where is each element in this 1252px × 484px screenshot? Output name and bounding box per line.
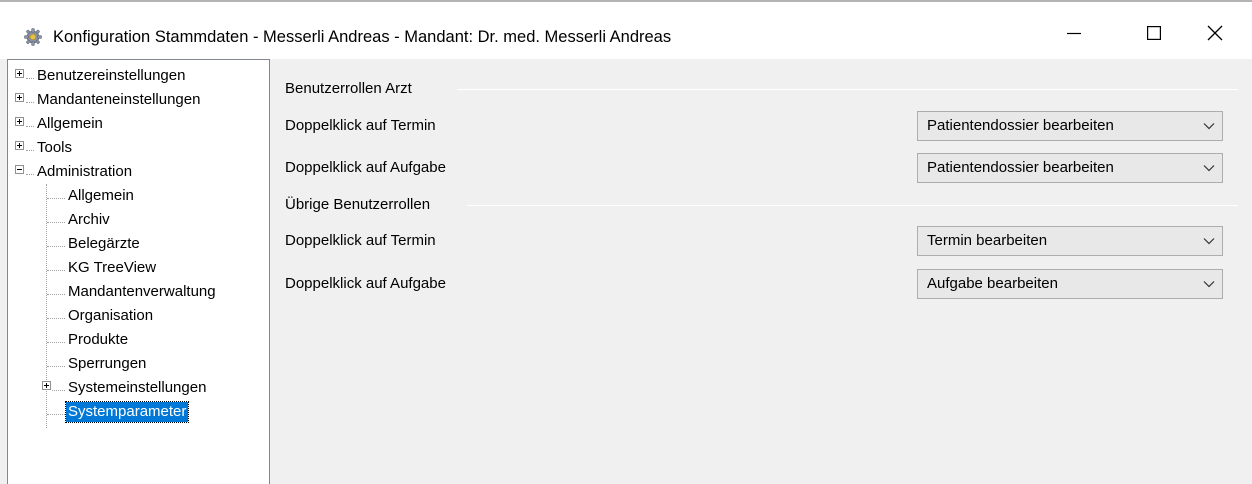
tree-node-label: Archiv xyxy=(68,211,110,228)
dropdown-uebrige-aufgabe[interactable]: Aufgabe bearbeiten xyxy=(917,269,1223,299)
tree-node-label: Benutzereinstellungen xyxy=(37,67,186,84)
group-divider xyxy=(457,89,1238,90)
field-label-doppelklick-aufgabe: Doppelklick auf Aufgabe xyxy=(285,159,446,176)
tree-node-benutzereinstellungen[interactable]: Benutzereinstellungen xyxy=(35,64,187,88)
dropdown-value: Termin bearbeiten xyxy=(927,232,1048,249)
tree-connector xyxy=(47,198,65,199)
minimize-button[interactable] xyxy=(1043,4,1105,61)
tree-node-label: Tools xyxy=(37,139,73,156)
dropdown-value: Patientendossier bearbeiten xyxy=(927,159,1114,176)
tree-node-label: Mandanteneinstellungen xyxy=(37,91,201,108)
expand-plus-icon[interactable] xyxy=(15,141,24,150)
dropdown-arzt-aufgabe[interactable]: Patientendossier bearbeiten xyxy=(917,153,1223,183)
tree-connector xyxy=(26,78,34,79)
tree-node-label: Allgemein xyxy=(68,187,134,204)
tree-node-organisation[interactable]: Organisation xyxy=(66,304,155,328)
tree-connector xyxy=(47,414,65,415)
settings-content: Benutzerrollen Arzt Doppelklick auf Term… xyxy=(270,59,1252,484)
tree-node-label: Produkte xyxy=(68,331,129,348)
tree-node-label: Allgemein xyxy=(37,115,103,132)
group-divider xyxy=(467,205,1238,206)
chevron-down-icon xyxy=(1196,112,1222,140)
tree-node-tools[interactable]: Tools xyxy=(35,136,74,160)
tree-node-administration[interactable]: Administration xyxy=(35,160,134,184)
tree-connector xyxy=(47,318,65,319)
tree-connector xyxy=(47,294,65,295)
tree-node-mandantenverwaltung[interactable]: Mandantenverwaltung xyxy=(66,280,218,304)
tree-connector xyxy=(47,342,65,343)
tree-connector xyxy=(46,184,47,428)
tree-node-label-selected: Systemparameter xyxy=(64,401,190,423)
expand-plus-icon[interactable] xyxy=(42,381,51,390)
window-title: Konfiguration Stammdaten - Messerli Andr… xyxy=(53,28,672,46)
tree-connector xyxy=(26,102,34,103)
tree-connector xyxy=(26,174,34,175)
chevron-down-icon xyxy=(1196,270,1222,298)
field-label-doppelklick-termin: Doppelklick auf Termin xyxy=(285,232,436,249)
dropdown-value: Patientendossier bearbeiten xyxy=(927,117,1114,134)
tree-connector xyxy=(47,222,65,223)
close-icon xyxy=(1207,25,1223,41)
settings-gear-icon xyxy=(23,27,43,47)
tree-node-label: KG TreeView xyxy=(68,259,157,276)
maximize-icon xyxy=(1147,25,1161,40)
tree-node-systemeinstellungen[interactable]: Systemeinstellungen xyxy=(66,376,208,400)
close-button[interactable] xyxy=(1184,4,1246,61)
tree-connector xyxy=(47,270,65,271)
tree-connector xyxy=(26,150,34,151)
maximize-button[interactable] xyxy=(1123,4,1185,61)
dropdown-arzt-termin[interactable]: Patientendossier bearbeiten xyxy=(917,111,1223,141)
field-label-doppelklick-termin: Doppelklick auf Termin xyxy=(285,117,436,134)
expand-plus-icon[interactable] xyxy=(15,69,24,78)
tree-node-label: Mandantenverwaltung xyxy=(68,283,216,300)
tree-connector xyxy=(52,390,65,391)
group-title: Übrige Benutzerrollen xyxy=(285,195,439,215)
tree-node-kg-treeview[interactable]: KG TreeView xyxy=(66,256,158,280)
config-window: Konfiguration Stammdaten - Messerli Andr… xyxy=(0,0,1252,484)
expand-plus-icon[interactable] xyxy=(15,93,24,102)
tree-node-mandanteneinstellungen[interactable]: Mandanteneinstellungen xyxy=(35,88,202,112)
tree-node-admin-allgemein[interactable]: Allgemein xyxy=(66,184,136,208)
tree-connector xyxy=(26,126,34,127)
settings-tree[interactable]: Benutzereinstellungen Mandanteneinstellu… xyxy=(7,59,270,484)
chevron-down-icon xyxy=(1196,154,1222,182)
expand-plus-icon[interactable] xyxy=(15,117,24,126)
tree-node-sperrungen[interactable]: Sperrungen xyxy=(66,352,148,376)
collapse-minus-icon[interactable] xyxy=(15,165,24,174)
tree-connector xyxy=(47,366,65,367)
tree-node-systemparameter[interactable]: Systemparameter xyxy=(64,400,190,424)
tree-node-label: Systemeinstellungen xyxy=(68,379,207,396)
group-title: Benutzerrollen Arzt xyxy=(285,79,420,99)
dropdown-uebrige-termin[interactable]: Termin bearbeiten xyxy=(917,226,1223,256)
group-benutzerrollen-arzt: Benutzerrollen Arzt xyxy=(285,79,420,99)
tree-connector xyxy=(47,246,65,247)
tree-node-archiv[interactable]: Archiv xyxy=(66,208,112,232)
tree-node-label: Sperrungen xyxy=(68,355,147,372)
group-uebrige-benutzerrollen: Übrige Benutzerrollen xyxy=(285,195,439,215)
tree-node-label: Organisation xyxy=(68,307,154,324)
field-label-doppelklick-aufgabe: Doppelklick auf Aufgabe xyxy=(285,275,446,292)
tree-node-label: Belegärzte xyxy=(68,235,140,252)
title-bar[interactable]: Konfiguration Stammdaten - Messerli Andr… xyxy=(0,2,1252,59)
tree-node-belegaerzte[interactable]: Belegärzte xyxy=(66,232,142,256)
chevron-down-icon xyxy=(1196,227,1222,255)
dropdown-value: Aufgabe bearbeiten xyxy=(927,275,1058,292)
minimize-icon xyxy=(1067,26,1081,40)
tree-node-allgemein[interactable]: Allgemein xyxy=(35,112,105,136)
tree-node-label: Administration xyxy=(37,163,133,180)
tree-node-produkte[interactable]: Produkte xyxy=(66,328,130,352)
